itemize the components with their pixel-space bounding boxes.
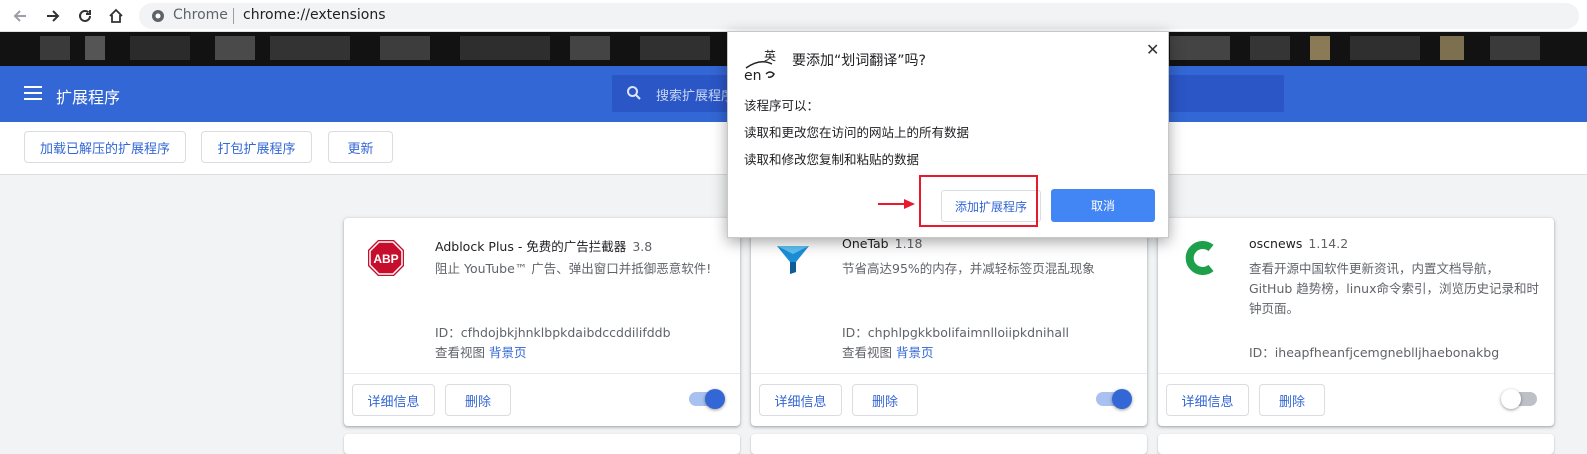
toggle-knob: [1112, 389, 1132, 409]
back-button[interactable]: [8, 4, 32, 28]
details-button[interactable]: 详细信息: [1166, 384, 1249, 416]
update-button[interactable]: 更新: [328, 131, 393, 163]
extension-name: oscnews 1.14.2: [1249, 236, 1348, 251]
pack-extension-button[interactable]: 打包扩展程序: [201, 131, 312, 163]
extension-card-next: [344, 434, 740, 454]
translate-logo-icon: 英 en: [742, 46, 778, 86]
card-divider: [751, 373, 1147, 374]
bookmark-item[interactable]: [570, 36, 610, 60]
cancel-button[interactable]: 取消: [1051, 189, 1155, 222]
site-label: Chrome: [173, 7, 228, 23]
bookmark-item[interactable]: [1250, 36, 1290, 60]
extension-id: ID：chphlpgkkbolifaimnlloiipkdnihall: [842, 325, 1070, 340]
logo-text-top: 英: [764, 49, 776, 63]
hamburger-menu-icon[interactable]: [24, 85, 42, 101]
extension-card-adblock: ABP Adblock Plus - 免费的广告拦截器 3.8 阻止 YouTub…: [344, 218, 740, 426]
address-bar[interactable]: Chrome chrome://extensions: [139, 3, 1579, 29]
details-button[interactable]: 详细信息: [759, 384, 842, 416]
bookmark-item[interactable]: [215, 36, 255, 60]
extension-version: 1.14.2: [1308, 236, 1349, 251]
background-page-link[interactable]: 背景页: [489, 345, 527, 360]
remove-button[interactable]: 删除: [852, 384, 918, 416]
extension-description: 节省高达95%的内存，并减轻标签页混乱现象: [842, 261, 1095, 276]
url-text[interactable]: chrome://extensions: [243, 7, 386, 23]
inspect-views: 查看视图 背景页: [842, 342, 934, 361]
search-placeholder: 搜索扩展程序: [656, 89, 735, 104]
extension-name: Adblock Plus - 免费的广告拦截器 3.8: [435, 236, 652, 255]
extension-description: 阻止 YouTube™ 广告、弹出窗口并抵御恶意软件!: [435, 261, 712, 276]
reload-icon: [79, 9, 91, 22]
details-button[interactable]: 详细信息: [352, 384, 435, 416]
arrow-pointer-icon: [878, 199, 915, 209]
page-title: 扩展程序: [56, 88, 121, 107]
inspect-views-label: 查看视图: [842, 345, 893, 360]
highlight-box: [919, 175, 1038, 227]
omnibox-separator: [233, 8, 234, 24]
home-button[interactable]: [104, 4, 128, 28]
svg-text:ABP: ABP: [373, 252, 398, 266]
load-unpacked-button[interactable]: 加载已解压的扩展程序: [24, 131, 186, 163]
forward-arrow-icon: [47, 10, 60, 22]
bookmark-item[interactable]: [1310, 36, 1330, 60]
enable-toggle[interactable]: [689, 389, 725, 409]
card-divider: [1158, 373, 1554, 374]
extension-card-next: [1158, 434, 1554, 454]
enable-toggle[interactable]: [1501, 389, 1537, 409]
reload-button[interactable]: [73, 4, 97, 28]
bookmark-item[interactable]: [380, 36, 430, 60]
search-icon: [627, 86, 641, 100]
remove-button[interactable]: 删除: [1259, 384, 1325, 416]
bookmark-item[interactable]: [460, 36, 550, 60]
inspect-views: 查看视图 背景页: [435, 342, 527, 361]
abp-icon: ABP: [368, 240, 404, 276]
extension-card-onetab: OneTab 1.18 节省高达95%的内存，并减轻标签页混乱现象 ID：chph…: [751, 218, 1147, 426]
extension-name-text: Adblock Plus - 免费的广告拦截器: [435, 239, 627, 254]
home-icon: [109, 8, 123, 23]
extension-description: 查看开源中国软件更新资讯，内置文档导航，GitHub 趋势榜，linux命令索引…: [1249, 261, 1539, 316]
enable-toggle[interactable]: [1096, 389, 1132, 409]
background-page-link[interactable]: 背景页: [896, 345, 934, 360]
bookmark-item[interactable]: [1440, 36, 1464, 60]
extension-name-text: oscnews: [1249, 236, 1303, 251]
bookmark-item[interactable]: [1490, 36, 1540, 60]
bookmark-item[interactable]: [1170, 36, 1230, 60]
extension-version: 1.18: [894, 236, 923, 251]
logo-text-bottom: en: [744, 68, 762, 84]
permission-item: 读取和修改您复制和粘贴的数据: [744, 152, 920, 167]
extension-id: ID：iheapfheanfjcemgneblljhaebonakbg: [1249, 345, 1500, 360]
onetab-funnel-icon: [777, 246, 809, 274]
permission-item: 读取和更改您在访问的网站上的所有数据: [744, 125, 970, 140]
browser-toolbar: Chrome chrome://extensions: [0, 0, 1587, 32]
chrome-logo-icon: [152, 10, 164, 22]
remove-button[interactable]: 删除: [445, 384, 511, 416]
bookmark-item[interactable]: [270, 36, 350, 60]
toggle-knob: [1501, 389, 1521, 409]
inspect-views-label: 查看视图: [435, 345, 486, 360]
close-icon[interactable]: ✕: [1146, 40, 1159, 59]
extension-name-text: OneTab: [842, 236, 889, 251]
forward-button[interactable]: [41, 4, 65, 28]
dialog-title: 要添加“划词翻译”吗?: [792, 53, 926, 69]
bookmark-item[interactable]: [1350, 36, 1420, 60]
bookmark-item[interactable]: [85, 36, 105, 60]
extension-id: ID：cfhdojbkjhnklbpkdaibdccddilifddb: [435, 325, 671, 340]
bookmark-item[interactable]: [130, 36, 190, 60]
bookmark-item[interactable]: [640, 36, 710, 60]
extension-card-oscnews: oscnews 1.14.2 查看开源中国软件更新资讯，内置文档导航，GitHub…: [1158, 218, 1554, 426]
extension-card-next: [751, 434, 1147, 454]
extension-name: OneTab 1.18: [842, 236, 922, 251]
permissions-heading: 该程序可以：: [744, 98, 820, 113]
back-arrow-icon: [13, 10, 26, 22]
oscnews-c-icon: [1185, 241, 1214, 275]
extension-version: 3.8: [632, 239, 653, 254]
bookmark-item[interactable]: [40, 36, 70, 60]
toggle-knob: [705, 389, 725, 409]
card-divider: [344, 373, 740, 374]
